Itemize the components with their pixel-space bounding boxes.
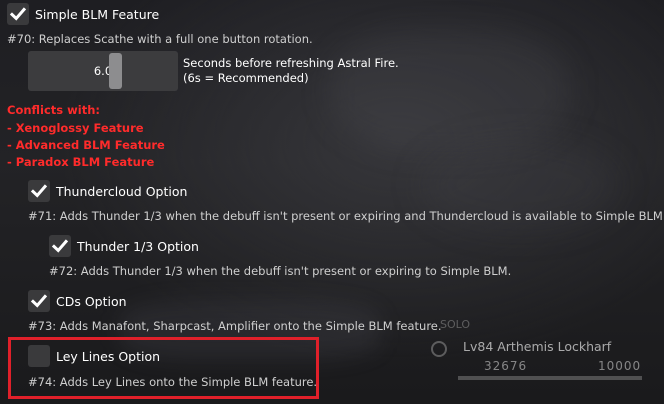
feature-checkbox[interactable] bbox=[7, 3, 29, 25]
job-icon bbox=[430, 340, 448, 358]
checkmark-icon bbox=[9, 7, 27, 21]
option-label: Thundercloud Option bbox=[56, 183, 188, 199]
slider-caption: Seconds before refreshing Astral Fire. (… bbox=[183, 56, 399, 86]
slider-handle[interactable] bbox=[109, 53, 122, 89]
option-description: #71: Adds Thunder 1/3 when the debuff is… bbox=[28, 209, 664, 223]
player-hp-bar bbox=[458, 376, 642, 380]
checkmark-icon bbox=[30, 294, 48, 308]
option-checkbox[interactable] bbox=[28, 290, 50, 312]
feature-label: Simple BLM Feature bbox=[35, 6, 160, 22]
feature-description: #70: Replaces Scathe with a full one but… bbox=[7, 32, 313, 46]
player-mp: 10000 bbox=[598, 359, 642, 373]
highlight-box bbox=[8, 337, 319, 399]
conflicts-header: Conflicts with: bbox=[7, 103, 101, 117]
checkmark-icon bbox=[30, 184, 48, 198]
conflict-item: - Xenoglossy Feature bbox=[7, 121, 144, 135]
option-thunder-1-3[interactable]: Thunder 1/3 Option bbox=[49, 235, 199, 257]
option-label: Thunder 1/3 Option bbox=[77, 238, 199, 254]
slider-caption-line1: Seconds before refreshing Astral Fire. bbox=[183, 56, 399, 70]
player-hp: 32676 bbox=[484, 359, 528, 373]
conflict-item: - Advanced BLM Feature bbox=[7, 138, 165, 152]
conflict-item: - Paradox BLM Feature bbox=[7, 155, 155, 169]
option-description: #73: Adds Manafont, Sharpcast, Amplifier… bbox=[28, 319, 442, 333]
party-status-label: SOLO bbox=[440, 318, 471, 331]
slider-value: 6.0 bbox=[93, 64, 113, 78]
feature-simple-blm[interactable]: Simple BLM Feature bbox=[7, 3, 159, 25]
checkmark-icon bbox=[51, 239, 69, 253]
option-cds[interactable]: CDs Option bbox=[28, 290, 127, 312]
option-thundercloud[interactable]: Thundercloud Option bbox=[28, 180, 187, 202]
slider-caption-line2: (6s = Recommended) bbox=[183, 71, 309, 85]
option-label: CDs Option bbox=[56, 293, 127, 309]
option-checkbox[interactable] bbox=[49, 235, 71, 257]
player-nameplate: Lv84 Arthemis Lockharf bbox=[463, 339, 612, 354]
option-description: #72: Adds Thunder 1/3 when the debuff is… bbox=[49, 264, 512, 278]
astral-fire-refresh-slider[interactable]: 6.0 bbox=[28, 51, 178, 91]
option-checkbox[interactable] bbox=[28, 180, 50, 202]
